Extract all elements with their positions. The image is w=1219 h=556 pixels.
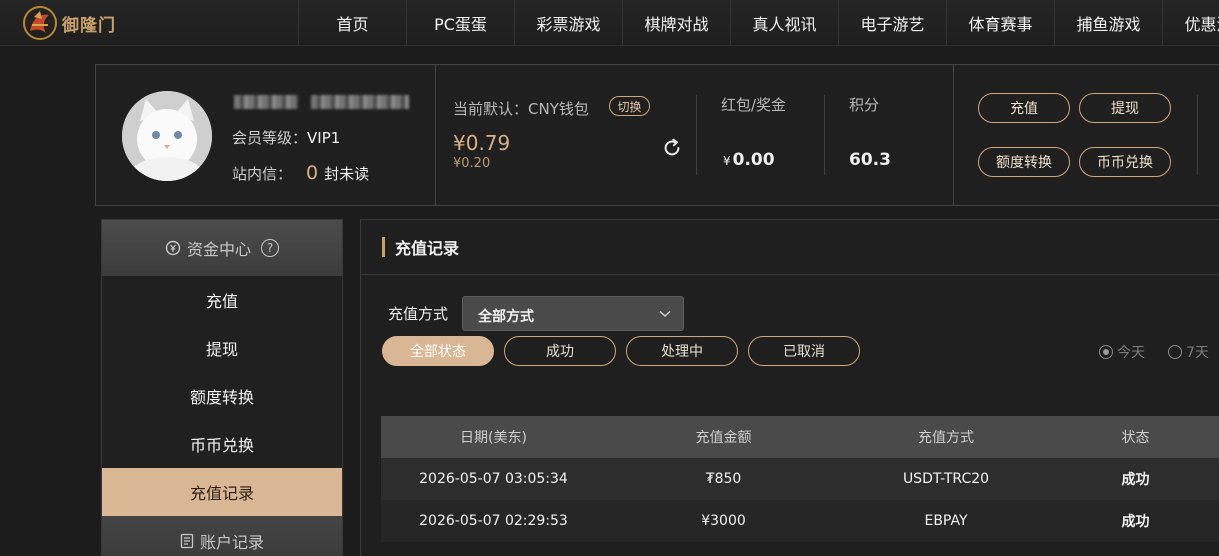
- panel-header: 充值记录: [361, 220, 1219, 275]
- table-header: 日期(美东) 充值金额 充值方式 状态: [381, 416, 1219, 458]
- vip-level-value: VIP1: [307, 129, 341, 147]
- bonus-currency: ¥: [723, 154, 731, 168]
- range-today-label: 今天: [1117, 345, 1145, 361]
- divider: [824, 95, 825, 175]
- sidebar-item-exchange[interactable]: 币币兑换: [102, 420, 342, 468]
- site-logo[interactable]: 御隆门: [22, 5, 116, 41]
- inbox-summary[interactable]: 站内信： 0 封未读: [232, 162, 369, 184]
- range-7days-label: 7天: [1186, 345, 1209, 361]
- profile-panel: 会员等级：VIP1 站内信： 0 封未读 当前默认：CNY钱包 切换 ¥0.79…: [95, 64, 1219, 206]
- sidebar-item-withdraw[interactable]: 提现: [102, 324, 342, 372]
- sidebar-header: 资金中心 ?: [102, 220, 342, 276]
- chevron-down-icon: [659, 310, 671, 318]
- table-row[interactable]: 2026-05-07 03:05:34 ₮850 USDT-TRC20 成功: [381, 458, 1219, 500]
- withdraw-button[interactable]: 提现: [1079, 93, 1171, 123]
- coin-icon: [165, 240, 181, 256]
- deposit-button[interactable]: 充值: [978, 93, 1070, 123]
- status-tab-success[interactable]: 成功: [504, 336, 616, 366]
- status-tab-processing[interactable]: 处理中: [626, 336, 738, 366]
- funds-sidebar: 资金中心 ? 充值 提现 额度转换 币币兑换 充值记录 账户记录: [101, 219, 343, 556]
- sidebar-item-deposit[interactable]: 充值: [102, 276, 342, 324]
- nav-item-chess-cards[interactable]: 棋牌对战: [622, 0, 730, 46]
- nav-item-slots[interactable]: 电子游艺: [838, 0, 946, 46]
- vip-level: 会员等级：VIP1: [232, 127, 340, 148]
- cell-status: 成功: [1121, 514, 1150, 530]
- default-wallet-label: 当前默认：CNY钱包: [453, 100, 589, 118]
- bonus-value: ¥0.00: [723, 150, 775, 170]
- cell-method: EBPAY: [924, 513, 968, 529]
- cell-status: 成功: [1121, 472, 1150, 488]
- masked-user-id: [311, 95, 409, 109]
- wallet-sub-balance: ¥0.20: [453, 156, 491, 171]
- nav-item-fishing[interactable]: 捕鱼游戏: [1054, 0, 1162, 46]
- nav-item-sports[interactable]: 体育赛事: [946, 0, 1054, 46]
- top-nav-bar: 御隆门 首页 PC蛋蛋 彩票游戏 棋牌对战 真人视讯 电子游艺 体育赛事 捕鱼游…: [0, 0, 1219, 46]
- status-tab-cancelled[interactable]: 已取消: [748, 336, 860, 366]
- refresh-icon[interactable]: [661, 137, 683, 159]
- table-row[interactable]: 2026-05-07 02:29:53 ¥3000 EBPAY 成功: [381, 500, 1219, 542]
- switch-wallet-button[interactable]: 切换: [609, 96, 650, 116]
- inbox-label: 站内信：: [232, 165, 293, 183]
- document-icon: [180, 533, 194, 549]
- column-header-date: 日期(美东): [460, 430, 527, 446]
- help-icon[interactable]: ?: [261, 239, 279, 257]
- cell-amount: ¥3000: [701, 513, 746, 529]
- cell-date: 2026-05-07 02:29:53: [419, 513, 568, 529]
- method-select[interactable]: 全部方式: [462, 296, 684, 331]
- cell-date: 2026-05-07 03:05:34: [419, 471, 568, 487]
- wallet-balance: ¥0.79: [453, 131, 511, 155]
- vip-level-label: 会员等级：: [232, 129, 308, 147]
- radio-unchecked-icon: [1168, 345, 1182, 359]
- method-filter-label: 充值方式: [388, 305, 449, 323]
- cat-avatar-icon: [122, 91, 212, 181]
- radio-checked-icon: [1099, 345, 1113, 359]
- dragon-logo-icon: [23, 6, 57, 40]
- method-select-value: 全部方式: [478, 309, 534, 325]
- points-value: 60.3: [849, 150, 891, 170]
- transfer-button[interactable]: 额度转换: [978, 147, 1070, 177]
- deposit-records-panel: 充值记录 充值方式 全部方式 全部状态 成功 处理中 已取消 今天 7天 日期(…: [360, 219, 1219, 556]
- range-today-radio[interactable]: 今天: [1099, 342, 1145, 362]
- column-header-status: 状态: [1121, 430, 1150, 446]
- masked-username: [234, 95, 298, 109]
- sidebar-item-deposit-records[interactable]: 充值记录: [102, 468, 342, 516]
- cell-method: USDT-TRC20: [902, 471, 990, 487]
- column-header-amount: 充值金额: [695, 430, 752, 446]
- page: 御隆门 首页 PC蛋蛋 彩票游戏 棋牌对战 真人视讯 电子游艺 体育赛事 捕鱼游…: [0, 0, 1219, 556]
- nav-item-pc-dandan[interactable]: PC蛋蛋: [406, 0, 514, 46]
- nav-item-lottery[interactable]: 彩票游戏: [514, 0, 622, 46]
- divider: [1197, 95, 1198, 175]
- logo-text: 御隆门: [62, 15, 116, 36]
- title-accent-bar: [382, 237, 385, 257]
- cell-amount: ₮850: [705, 471, 742, 487]
- sidebar-footer-label: 账户记录: [199, 533, 264, 552]
- divider: [953, 65, 954, 205]
- range-7days-radio[interactable]: 7天: [1168, 342, 1209, 362]
- nav-item-live-casino[interactable]: 真人视讯: [730, 0, 838, 46]
- divider: [435, 65, 436, 205]
- inbox-count: 0: [306, 162, 319, 184]
- column-header-method: 充值方式: [918, 430, 974, 446]
- inbox-unread-text: 封未读: [324, 165, 370, 183]
- nav-item-home[interactable]: 首页: [298, 0, 406, 46]
- status-tab-all[interactable]: 全部状态: [382, 336, 494, 366]
- sidebar-section-account-records[interactable]: 账户记录: [102, 516, 342, 556]
- sidebar-header-label: 资金中心: [186, 240, 251, 259]
- currency-exchange-button[interactable]: 币币兑换: [1079, 147, 1171, 177]
- bonus-label: 红包/奖金: [721, 96, 787, 114]
- main-nav: 首页 PC蛋蛋 彩票游戏 棋牌对战 真人视讯 电子游艺 体育赛事 捕鱼游戏 优惠…: [298, 0, 1219, 46]
- divider: [696, 95, 697, 175]
- bonus-amount: 0.00: [732, 150, 775, 170]
- page-title: 充值记录: [395, 239, 460, 258]
- deposit-records-table: 日期(美东) 充值金额 充值方式 状态 2026-05-07 03:05:34 …: [381, 416, 1219, 542]
- avatar[interactable]: [122, 91, 212, 181]
- points-label: 积分: [849, 96, 880, 114]
- nav-item-promotions[interactable]: 优惠活动: [1162, 0, 1219, 46]
- sidebar-item-transfer[interactable]: 额度转换: [102, 372, 342, 420]
